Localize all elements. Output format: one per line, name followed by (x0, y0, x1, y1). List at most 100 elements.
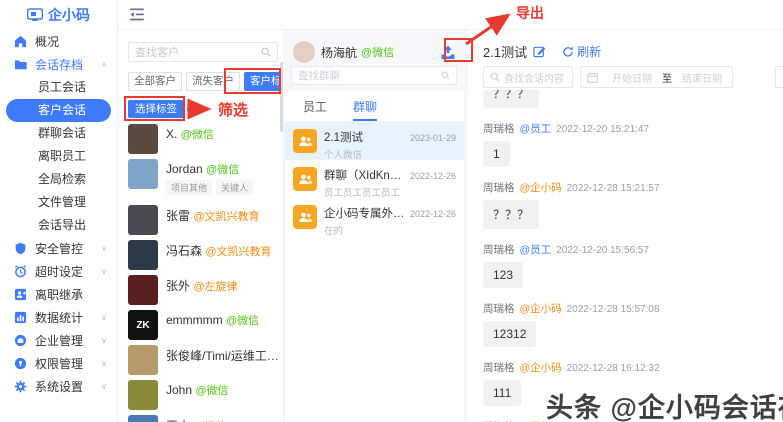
customer-name: 冯石森 (166, 244, 203, 258)
message-sender-tag: @员工 (519, 244, 552, 256)
logo[interactable]: 企小码 (0, 0, 117, 30)
sidebar-item-label: 会话导出 (38, 218, 87, 232)
end-date-placeholder: 结束日期 (682, 73, 722, 85)
customer-tag: @微信 (180, 129, 214, 141)
lock-icon (14, 357, 27, 370)
customer-row[interactable]: X. @微信 (128, 124, 280, 159)
message-bubble: 1 (483, 141, 510, 167)
message-bubble: 123 (483, 262, 524, 288)
edit-icon[interactable] (533, 45, 546, 58)
message-sender-tag: @企小码 (519, 362, 562, 374)
group-row[interactable]: 企小码专属外部测试群22022-12-26 在的 (285, 198, 464, 237)
sidebar-item-label: 离职员工 (38, 149, 87, 163)
message-time: 2022-12-20 15:21:47 (556, 124, 650, 135)
group-row[interactable]: 2.1测试 2023-01-29 个人微信 (285, 122, 464, 161)
sidebar-item-chat-export[interactable]: 会话导出 (0, 214, 117, 237)
group-last-message: 员工员工员工员工 (324, 188, 401, 199)
customer-tag: @微信 (226, 315, 260, 327)
avatar (128, 205, 158, 235)
sidebar-item-group-chat[interactable]: 群聊会话 (0, 122, 117, 145)
session-tabs: 员工 群聊 (285, 90, 464, 122)
message-sender: 周瑞格 (483, 303, 515, 315)
message-sender-tag: @企小码 (519, 182, 562, 194)
chevron-down-icon: ∨ (101, 336, 107, 345)
message-sender: 周瑞格 (483, 182, 515, 194)
customer-row[interactable]: 张外 @左旋律 (128, 275, 280, 310)
customer-row[interactable]: John @微信 (128, 380, 280, 415)
customer-label-chip: 关键人 (216, 180, 254, 195)
tab-all-customers[interactable]: 全部客户 (128, 72, 182, 91)
sidebar-item-label: 超时设定 (35, 265, 84, 279)
home-icon (14, 35, 27, 48)
customer-row[interactable]: 张雷 @文凯兴教育 (128, 205, 280, 240)
topbar (118, 0, 783, 30)
chevron-down-icon: ∨ (101, 382, 107, 391)
sidebar-item-resign-inherit[interactable]: 离职继承 (0, 283, 117, 306)
message-sender-tag: @员工 (519, 123, 552, 135)
sidebar-item-archive[interactable]: 会话存档 ∧ (0, 53, 117, 76)
sidebar-item-statistics[interactable]: 数据统计 ∨ (0, 306, 117, 329)
customer-row[interactable]: Jordan @微信 项目其他 关键人 (128, 159, 280, 205)
tab-groups[interactable]: 群聊 (353, 98, 378, 121)
customer-search-input[interactable]: 查找客户 (128, 42, 278, 62)
sidebar: 企小码 概况 会话存档 ∧ 员工会话 客户会话 群聊会话 离职员工 全局检索 文… (0, 0, 118, 422)
menu-fold-icon[interactable] (130, 8, 145, 21)
customer-row[interactable]: 王小 @微信 (128, 415, 280, 422)
customer-name: 张外 (166, 279, 191, 293)
group-search-input[interactable]: 查找群聊 (291, 66, 457, 85)
message: 周瑞格 @企小码 2022-12-28 15:57:08 12312 (483, 301, 783, 347)
chat-search-input[interactable]: 查找会话内容 (483, 66, 573, 88)
logo-text: 企小码 (48, 7, 90, 23)
tab-employees[interactable]: 员工 (303, 98, 327, 121)
chevron-down-icon: ∨ (101, 267, 107, 276)
group-row[interactable]: 群聊（XIdKnA） 2022-12-26 员工员工员工员工 (285, 160, 464, 199)
export-button[interactable] (438, 43, 458, 61)
filter-input-partial[interactable] (775, 66, 783, 88)
chat-filters: 查找会话内容 开始日期 至 结束日期 (483, 66, 783, 88)
avatar (128, 124, 158, 154)
sidebar-item-label: 员工会话 (38, 80, 87, 94)
sidebar-item-permissions[interactable]: 权限管理 ∨ (0, 352, 117, 375)
select-label-button[interactable]: 选择标签 (128, 100, 184, 118)
date-range-input[interactable]: 开始日期 至 结束日期 (580, 66, 733, 88)
logo-icon (27, 8, 43, 21)
customer-row[interactable]: ZK emmmmm @微信 (128, 310, 280, 345)
chat-title: 2.1测试 (483, 45, 528, 60)
sidebar-item-settings[interactable]: 系统设置 ∨ (0, 375, 117, 398)
session-header: 杨海航 @微信 (293, 40, 458, 64)
sidebar-item-departed-staff[interactable]: 离职员工 (0, 145, 117, 168)
sidebar-item-timeout[interactable]: 超时设定 ∨ (0, 260, 117, 283)
group-name: 群聊（XIdKnA） (324, 170, 406, 182)
sidebar-item-global-search[interactable]: 全局检索 (0, 168, 117, 191)
group-avatar-icon (293, 129, 317, 153)
app-window: 企小码 概况 会话存档 ∧ 员工会话 客户会话 群聊会话 离职员工 全局检索 文… (0, 0, 783, 422)
sidebar-item-overview[interactable]: 概况 (0, 30, 117, 53)
customer-row[interactable]: 张俊峰/Timi/运维工程师 @智... (128, 345, 280, 380)
sidebar-item-security[interactable]: 安全管控 ∨ (0, 237, 117, 260)
sidebar-item-label: 企业管理 (35, 334, 84, 348)
group-date: 2023-01-29 (409, 133, 456, 143)
message: 周瑞格 @企小码 2022-12-28 16:12:32 111 (483, 360, 783, 406)
sidebar-item-label: 会话存档 (35, 58, 84, 72)
sidebar-item-customer-chat[interactable]: 客户会话 (6, 99, 111, 122)
tab-lost-customers[interactable]: 流失客户 (186, 72, 240, 91)
customer-row[interactable]: 冯石森 @文凯兴教育 (128, 240, 280, 275)
group-name: 2.1测试 (324, 132, 363, 144)
avatar (128, 415, 158, 422)
message: 周瑞格 @员工 2022-12-20 15:21:47 1 (483, 121, 783, 167)
message: 周瑞格 @企小码 2022-12-28 15:21:57 ？？？ (483, 180, 783, 229)
customer-tag: @左旋律 (193, 281, 238, 293)
customer-name: John (166, 383, 193, 397)
shield-icon (15, 242, 26, 255)
sidebar-item-file-manage[interactable]: 文件管理 (0, 191, 117, 214)
sidebar-item-enterprise[interactable]: 企业管理 ∨ (0, 329, 117, 352)
customer-tag: @微信 (195, 385, 229, 397)
customer-tabs: 全部客户 流失客户 客户标签 (128, 72, 298, 91)
message-bubble: ？？？ (483, 90, 540, 108)
avatar (293, 41, 315, 63)
group-last-message: 在的 (324, 226, 344, 237)
refresh-button[interactable]: 刷新 (562, 43, 601, 60)
chat-header: 2.1测试 刷新 (483, 42, 601, 61)
chat-panel: 2.1测试 刷新 查找会话内容 开始日期 至 结束日期 ？？？ 周瑞格 @员工 … (468, 30, 783, 422)
sidebar-item-employee-chat[interactable]: 员工会话 (0, 76, 117, 99)
